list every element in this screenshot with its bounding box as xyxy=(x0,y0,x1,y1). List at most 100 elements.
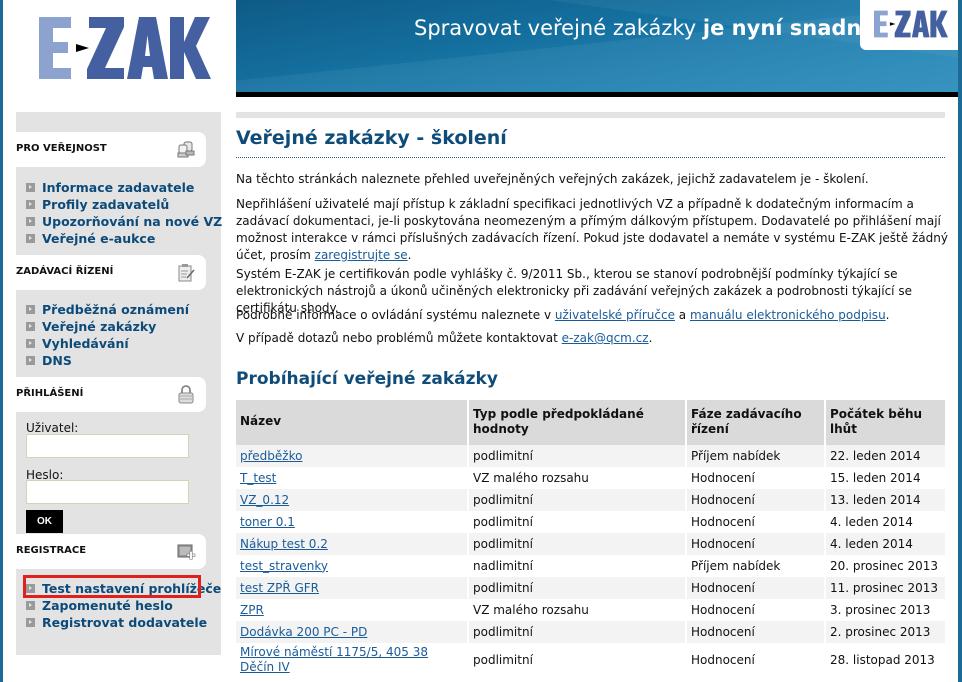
cell-name: Nákup test 0.2 xyxy=(236,533,469,555)
sidebar: PRO VEŘEJNOST Informace zadavatele Profi… xyxy=(16,112,222,655)
procurement-name-link[interactable]: toner 0.1 xyxy=(240,515,295,529)
cell-phase: Příjem nabídek xyxy=(686,555,826,577)
window-add-icon xyxy=(177,544,196,560)
column-header-start[interactable]: Počátek běhu lhůt xyxy=(825,400,945,445)
table-row: T_test VZ malého rozsahu Hodnocení 15. lede… xyxy=(236,467,945,489)
table-row: Mírové náměstí 1175/5, 405 38 Děčín IV po… xyxy=(236,643,945,677)
banner-slogan: Spravovat veřejné zakázky je nyní snadné xyxy=(414,16,876,40)
bullet-arrow-icon xyxy=(26,618,35,627)
sidebar-item-upozornovani[interactable]: Upozorňování na nové VZ xyxy=(26,213,222,230)
sidebar-item-vyhledavani[interactable]: Vyhledávání xyxy=(26,335,189,352)
sidebar-link[interactable]: Registrovat dodavatele xyxy=(42,615,207,630)
table-row: VZ_0.12 podlimitní Hodnocení 13. leden 2014 xyxy=(236,489,945,511)
procurement-name-link[interactable]: T_test xyxy=(240,471,276,485)
table-row: předběžko podlimitní Příjem nabídek 22. led… xyxy=(236,445,945,467)
sidebar-link[interactable]: Zapomenuté heslo xyxy=(42,598,173,613)
manuals-paragraph: Podrobné informace o ovládání systému na… xyxy=(236,307,950,324)
register-link[interactable]: zaregistrujte se xyxy=(315,248,408,262)
cell-phase: Hodnocení xyxy=(686,577,826,599)
cell-type: podlimitní xyxy=(468,533,687,555)
page-title: Veřejné zakázky - školení xyxy=(236,127,507,149)
cell-start: 4. leden 2014 xyxy=(825,511,945,533)
cell-phase: Hodnocení xyxy=(686,467,826,489)
sidebar-link[interactable]: Veřejné zakázky xyxy=(42,319,156,334)
sidebar-item-e-aukce[interactable]: Veřejné e-aukce xyxy=(26,230,222,247)
cell-phase: Příjem nabídek xyxy=(686,445,826,467)
username-input[interactable] xyxy=(26,434,189,458)
sidebar-link[interactable]: Vyhledávání xyxy=(42,336,129,351)
contact-text: V případě dotazů nebo problémů můžete ko… xyxy=(236,331,562,345)
cell-phase: Hodnocení xyxy=(686,643,826,677)
sidebar-item-dns[interactable]: DNS xyxy=(26,352,189,369)
sidebar-link[interactable]: Upozorňování na nové VZ xyxy=(42,214,222,229)
banner-logo-box xyxy=(860,0,958,50)
sidebar-link[interactable]: Předběžná oznámení xyxy=(42,302,189,317)
cell-name: Dodávka 200 PC - PD xyxy=(236,621,469,643)
bullet-arrow-icon xyxy=(26,339,35,348)
cell-start: 4. leden 2014 xyxy=(825,533,945,555)
sidebar-item-informace-zadavatele[interactable]: Informace zadavatele xyxy=(26,179,222,196)
procurement-name-link[interactable]: test_stravenky xyxy=(240,559,328,573)
cell-phase: Hodnocení xyxy=(686,533,826,555)
sidebar-link[interactable]: Informace zadavatele xyxy=(42,180,194,195)
cell-type: nadlimitní xyxy=(468,555,687,577)
column-header-phase[interactable]: Fáze zadávacího řízení xyxy=(686,400,826,445)
procurement-name-link[interactable]: Dodávka 200 PC - PD xyxy=(240,625,367,639)
section-title: PŘIHLÁŠENÍ xyxy=(16,388,84,399)
cell-start: 13. leden 2014 xyxy=(825,489,945,511)
contact-text-end: . xyxy=(648,331,653,345)
ezak-logo[interactable] xyxy=(39,17,211,79)
cell-name: test_stravenky xyxy=(236,555,469,577)
cell-start: 28. listopad 2013 xyxy=(825,643,945,677)
column-header-type[interactable]: Typ podle předpokládané hodnoty xyxy=(468,400,687,445)
section-title: ZADÁVACÍ ŘÍZENÍ xyxy=(16,266,114,277)
logo-area[interactable] xyxy=(3,0,235,94)
sidebar-section-public: PRO VEŘEJNOST xyxy=(16,132,206,167)
bullet-arrow-icon xyxy=(26,601,35,610)
manuals-text-end: . xyxy=(885,308,890,322)
table-row: test ZPŘ GFR podlimitní Hodnocení 11. prosi… xyxy=(236,577,945,599)
procurement-table: Název Typ podle předpokládané hodnoty Fá… xyxy=(236,400,945,677)
cell-start: 2. prosinec 2013 xyxy=(825,621,945,643)
sidebar-item-verejne-zakazky[interactable]: Veřejné zakázky xyxy=(26,318,189,335)
user-manual-link[interactable]: uživatelské příručce xyxy=(555,308,675,322)
procurement-name-link[interactable]: test ZPŘ GFR xyxy=(240,581,319,595)
cell-name: ZPR xyxy=(236,599,469,621)
procurement-name-link[interactable]: ZPR xyxy=(240,603,264,617)
sidebar-link[interactable]: DNS xyxy=(42,353,72,368)
clipboard-edit-icon xyxy=(178,264,195,282)
signature-manual-link[interactable]: manuálu elektronického podpisu xyxy=(690,308,886,322)
bullet-arrow-icon xyxy=(26,234,35,243)
bullet-arrow-icon xyxy=(26,200,35,209)
table-row: Dodávka 200 PC - PD podlimitní Hodnocení 2.… xyxy=(236,621,945,643)
cell-phase: Hodnocení xyxy=(686,489,826,511)
sidebar-item-profily-zadavatelu[interactable]: Profily zadavatelů xyxy=(26,196,222,213)
sidebar-section-procurement: ZADÁVACÍ ŘÍZENÍ xyxy=(16,255,206,290)
slogan-regular: Spravovat veřejné zakázky xyxy=(414,16,703,40)
bullet-arrow-icon xyxy=(26,305,35,314)
procurement-name-link[interactable]: Nákup test 0.2 xyxy=(240,537,328,551)
content-top-bar xyxy=(236,112,945,118)
sidebar-link[interactable]: Veřejné e-aukce xyxy=(42,231,155,246)
lock-icon xyxy=(178,385,194,404)
sidebar-item-predbezna-oznameni[interactable]: Předběžná oznámení xyxy=(26,301,189,318)
procurement-name-link[interactable]: Mírové náměstí 1175/5, 405 38 Děčín IV xyxy=(240,645,428,674)
cell-name: Mírové náměstí 1175/5, 405 38 Děčín IV xyxy=(236,643,469,677)
password-input[interactable] xyxy=(26,480,189,504)
procurement-name-link[interactable]: VZ_0.12 xyxy=(240,493,289,507)
sidebar-link[interactable]: Profily zadavatelů xyxy=(42,197,169,212)
procurement-name-link[interactable]: předběžko xyxy=(240,449,302,463)
cell-type: podlimitní xyxy=(468,621,687,643)
contact-email-link[interactable]: e-zak@qcm.cz xyxy=(562,331,649,345)
sidebar-item-registrovat-dodavatele[interactable]: Registrovat dodavatele xyxy=(26,614,221,631)
login-ok-button[interactable]: OK xyxy=(26,510,63,533)
window-right-border xyxy=(958,0,962,682)
table-row: test_stravenky nadlimitní Příjem nabídek 20… xyxy=(236,555,945,577)
sidebar-item-zapomenute-heslo[interactable]: Zapomenuté heslo xyxy=(26,597,221,614)
sidebar-list-procurement: Předběžná oznámení Veřejné zakázky Vyhle… xyxy=(26,301,189,369)
table-header-row: Název Typ podle předpokládané hodnoty Fá… xyxy=(236,400,945,445)
window-left-border xyxy=(0,0,3,682)
ezak-small-logo xyxy=(874,10,948,38)
column-header-name[interactable]: Název xyxy=(236,400,469,445)
cell-type: podlimitní xyxy=(468,643,687,677)
